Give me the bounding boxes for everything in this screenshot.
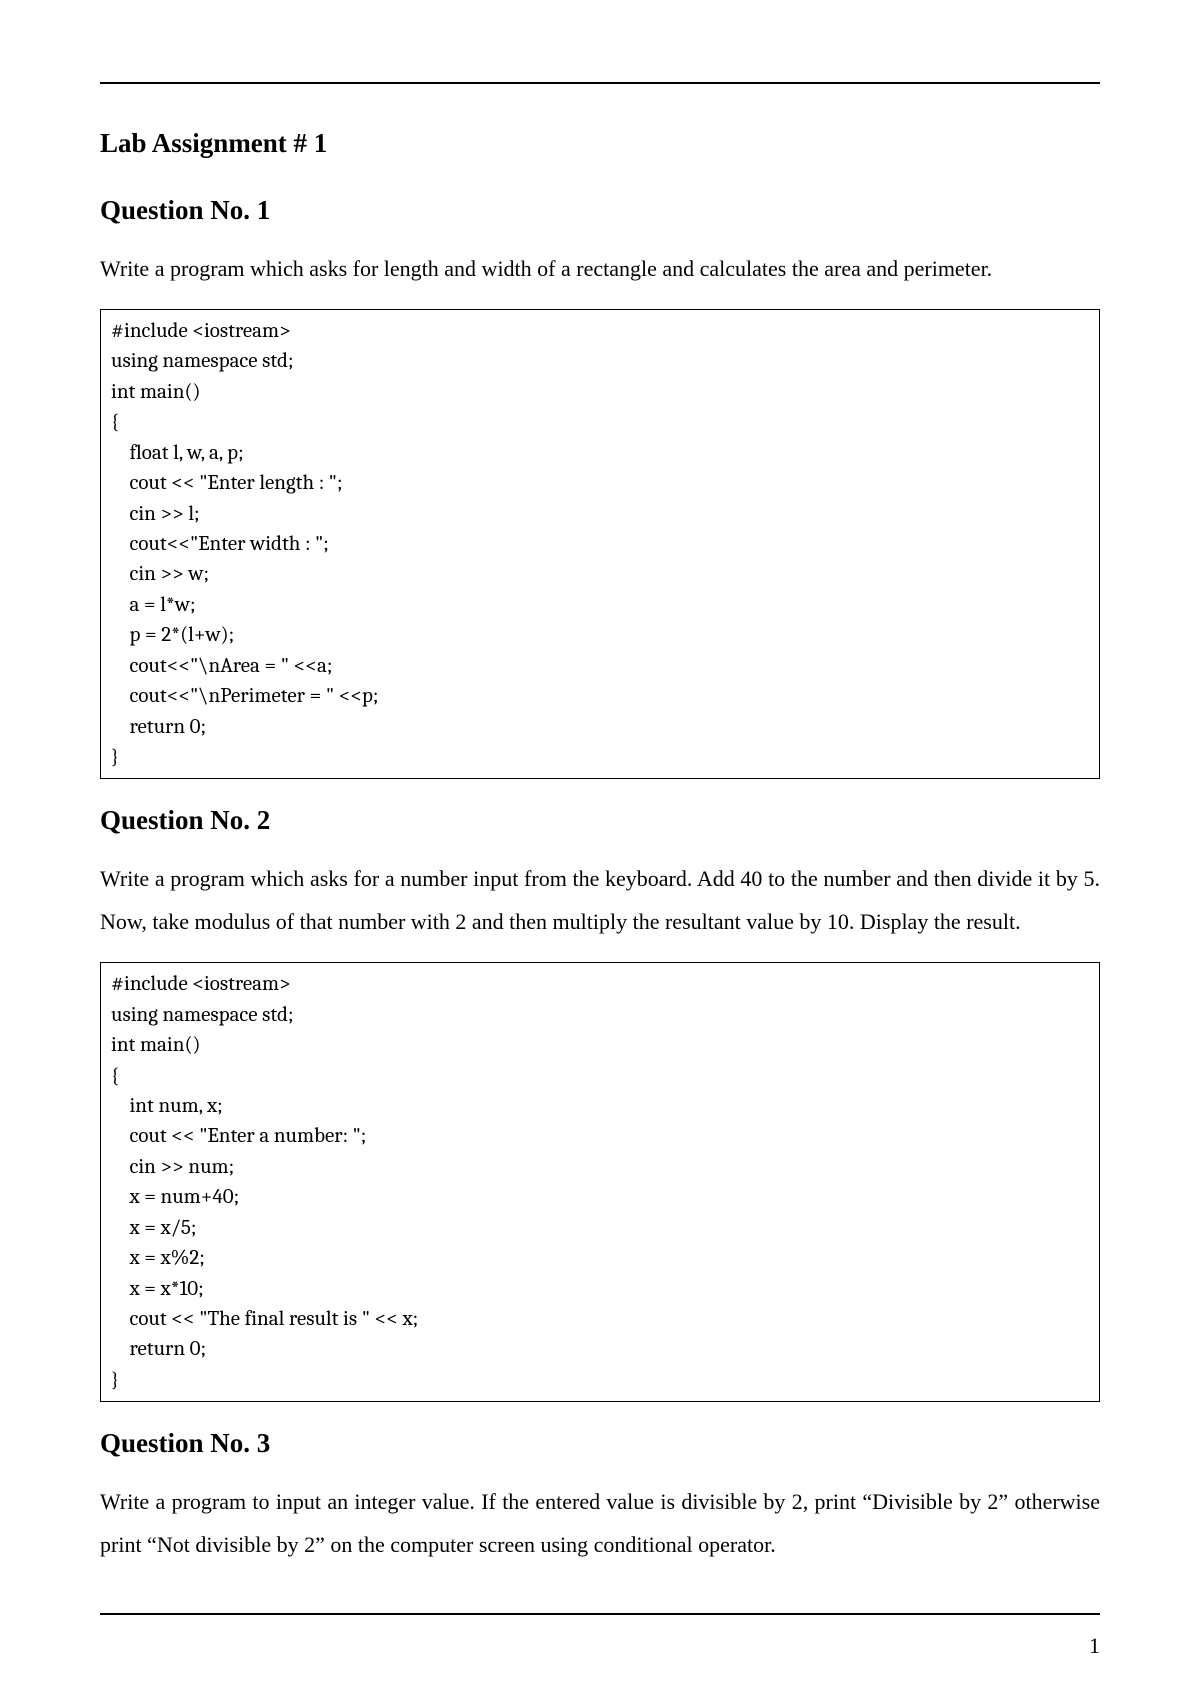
assignment-title: Lab Assignment # 1 [100,128,1100,159]
question-3-text: Write a program to input an integer valu… [100,1481,1100,1567]
question-3-heading: Question No. 3 [100,1428,1100,1459]
question-1-code: #include <iostream> using namespace std;… [100,309,1100,780]
question-1-heading: Question No. 1 [100,195,1100,226]
question-1-text: Write a program which asks for length an… [100,248,1100,291]
top-horizontal-rule [100,82,1100,84]
question-2-code: #include <iostream> using namespace std;… [100,962,1100,1402]
question-2-heading: Question No. 2 [100,805,1100,836]
bottom-horizontal-rule [100,1613,1100,1615]
page-number: 1 [1089,1633,1100,1659]
question-2-text: Write a program which asks for a number … [100,858,1100,944]
